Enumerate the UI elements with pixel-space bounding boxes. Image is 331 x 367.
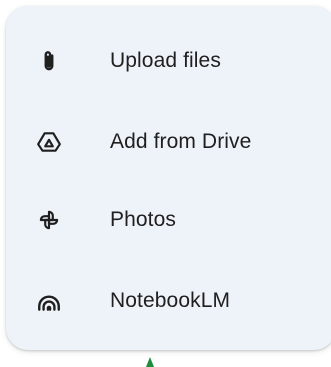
menu-item-label: Upload files <box>110 49 221 72</box>
menu-item-notebooklm[interactable]: NotebookLM <box>6 272 331 330</box>
drive-icon <box>36 129 62 155</box>
menu-item-label: Add from Drive <box>110 130 252 153</box>
menu-item-add-from-drive[interactable]: Add from Drive <box>6 113 331 171</box>
attach-menu: Upload files Add from Drive Photos Noteb… <box>6 6 331 350</box>
menu-item-label: Photos <box>110 208 176 231</box>
menu-item-upload-files[interactable]: Upload files <box>6 32 331 90</box>
photos-pinwheel-icon <box>36 207 62 233</box>
notebooklm-icon <box>36 288 62 314</box>
cursor-indicator <box>146 357 154 367</box>
menu-item-photos[interactable]: Photos <box>6 191 331 249</box>
paperclip-icon <box>36 48 62 74</box>
menu-item-label: NotebookLM <box>110 289 231 312</box>
